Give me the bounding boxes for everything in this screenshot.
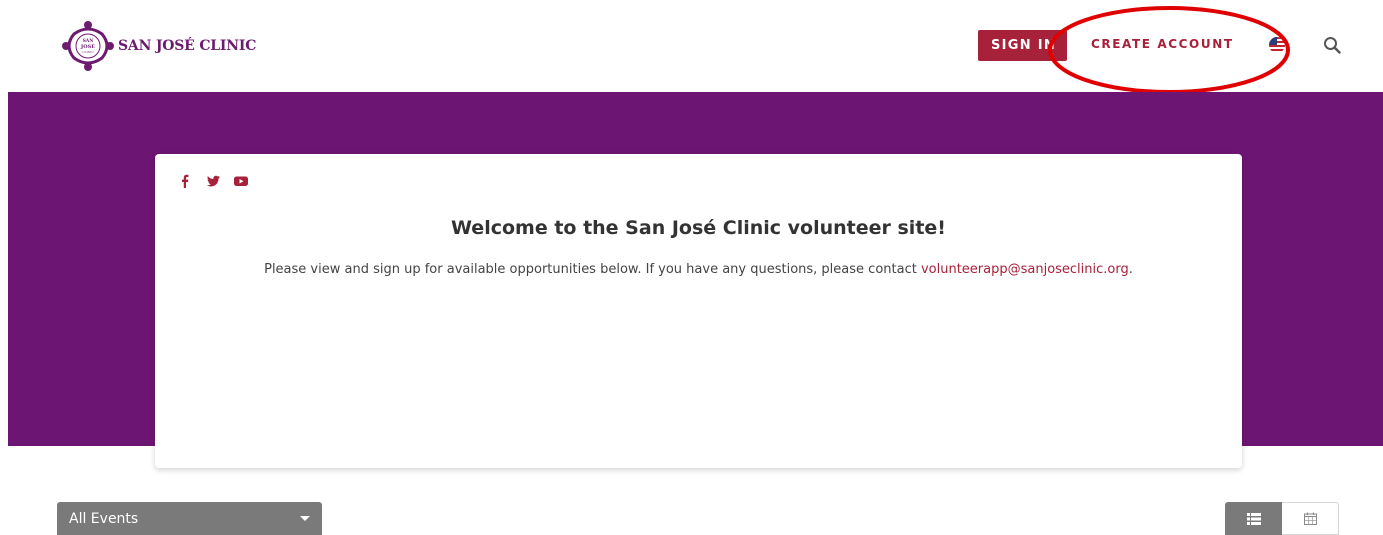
intro-paragraph: Please view and sign up for available op… [155,262,1242,277]
intro-text: Please view and sign up for available op… [264,262,921,277]
create-account-link[interactable]: CREATE ACCOUNT [1091,37,1234,51]
welcome-card: Welcome to the San José Clinic volunteer… [155,154,1242,468]
us-flag-icon[interactable] [1268,36,1286,54]
calendar-view-icon [1303,512,1317,525]
chevron-down-icon [300,516,310,521]
events-filter-value: All Events [69,511,139,527]
view-mode-toggle [1225,502,1340,535]
logo-badge-line-3: CLINIC [82,50,94,54]
youtube-icon[interactable] [233,174,249,188]
contact-email-link[interactable]: volunteerapp@sanjoseclinic.org [921,262,1129,277]
list-view-button[interactable] [1225,502,1282,535]
facebook-icon[interactable] [177,174,193,188]
intro-suffix: . [1128,262,1133,277]
search-icon[interactable] [1323,36,1341,54]
events-filter-select[interactable]: All Events [57,502,322,535]
page: SAN JOSÉ CLINIC SAN JOSÉ CLINIC SIGN IN … [0,0,1383,535]
sign-in-button[interactable]: SIGN IN [978,30,1067,61]
social-links [177,174,249,188]
twitter-icon[interactable] [205,174,221,188]
calendar-view-button[interactable] [1282,502,1339,535]
clinic-logo[interactable]: SAN JOSÉ CLINIC SAN JOSÉ CLINIC [60,20,256,72]
logo-text: SAN JOSÉ CLINIC [118,38,257,54]
list-view-icon [1246,512,1261,525]
logo-badge-line-2: JOSÉ [80,42,95,50]
welcome-heading: Welcome to the San José Clinic volunteer… [451,217,946,239]
logo-emblem-icon: SAN JOSÉ CLINIC [62,21,114,71]
site-header: SAN JOSÉ CLINIC SAN JOSÉ CLINIC SIGN IN … [0,0,1383,94]
